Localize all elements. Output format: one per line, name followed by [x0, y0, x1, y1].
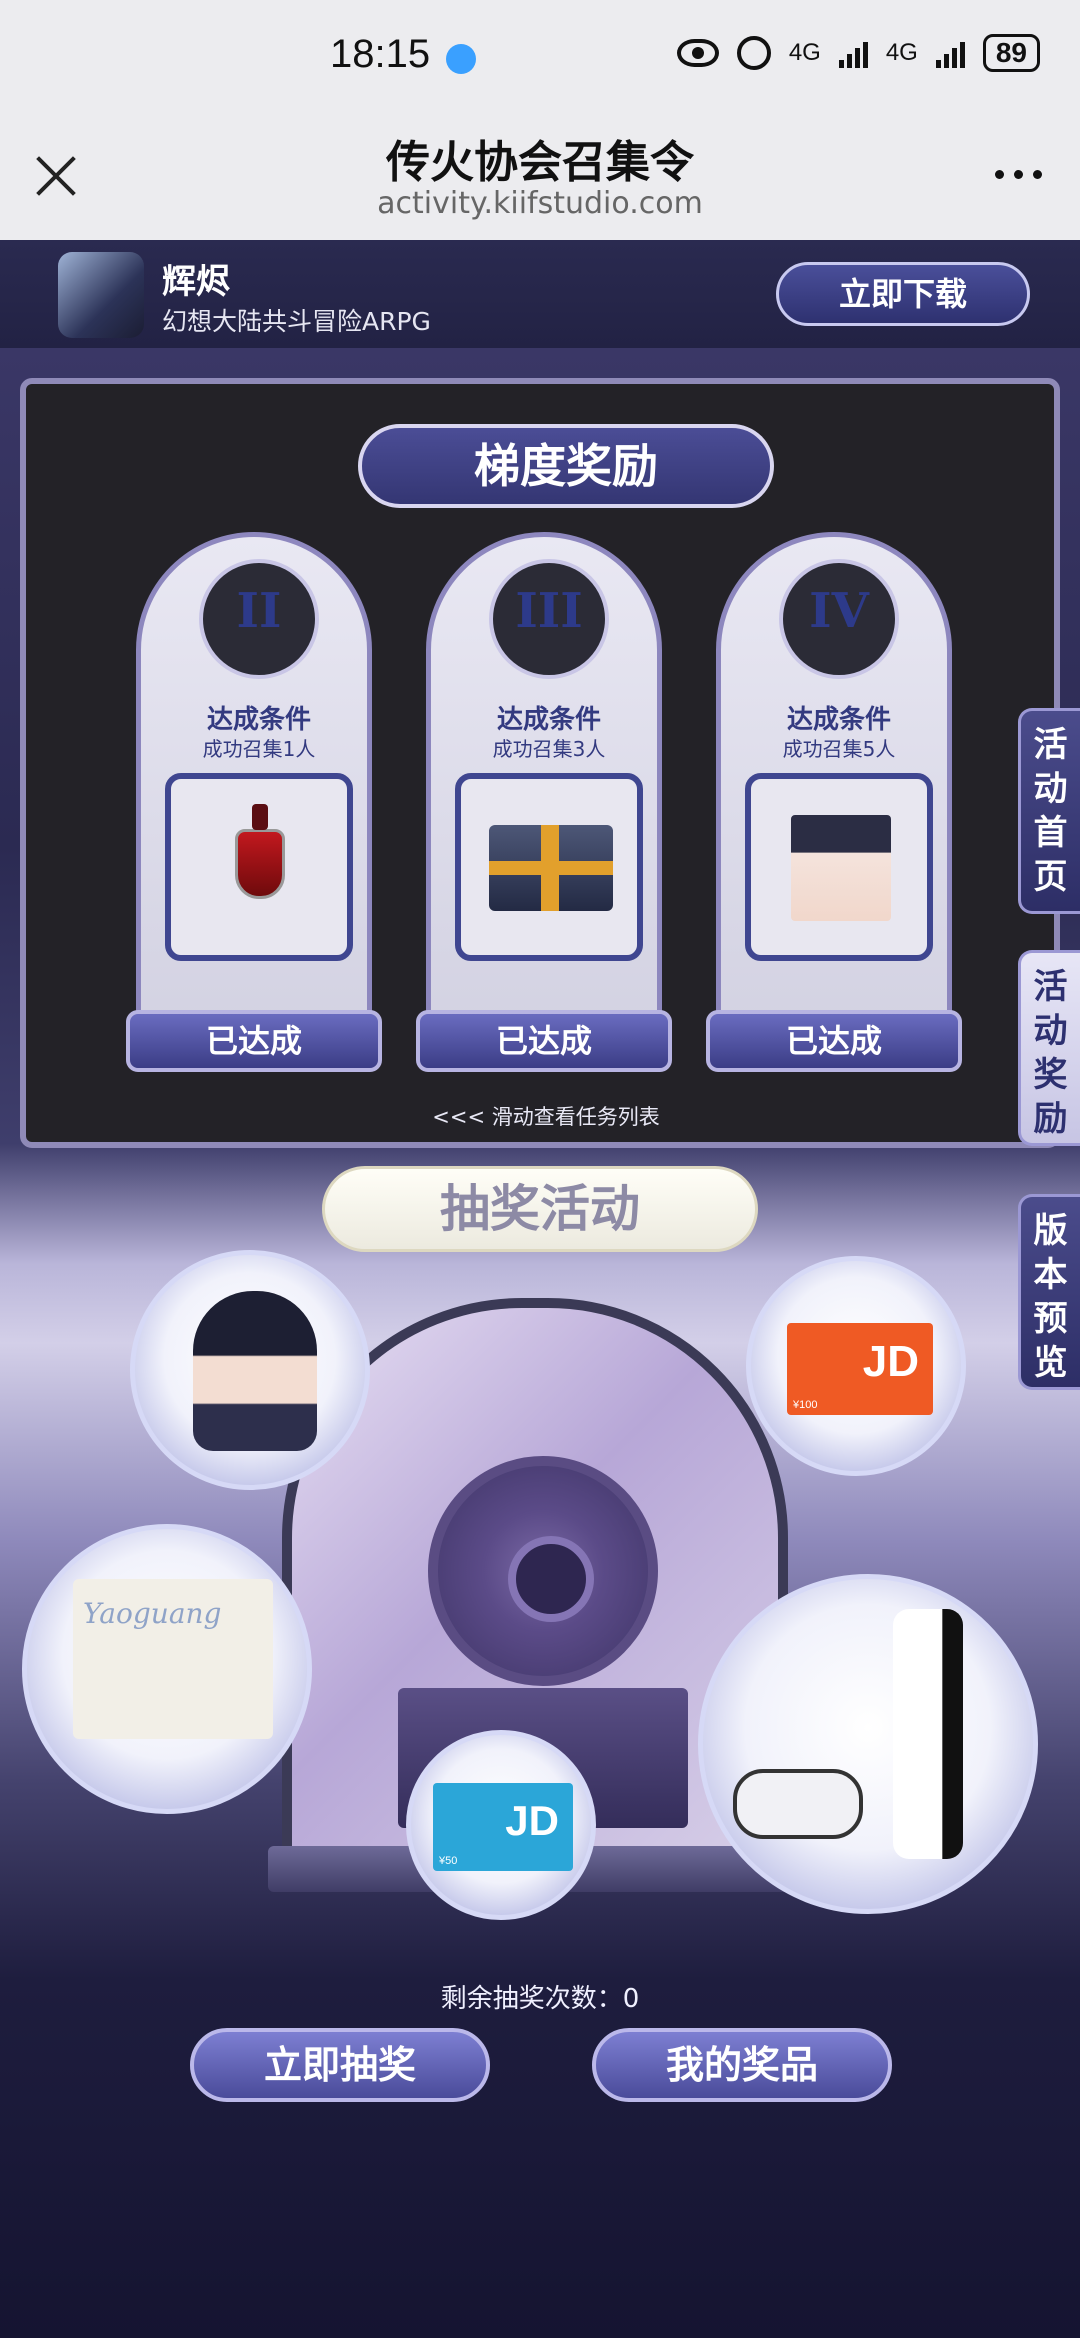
tier-card-5: IV 达成条件 成功召集5人 已达成: [706, 532, 962, 1072]
jd-card-amount: ¥50: [439, 1855, 458, 1867]
condition-label: 达成条件: [206, 705, 311, 735]
signal-icon: [838, 38, 868, 68]
jd-card-brand: JD: [862, 1337, 919, 1386]
tier-status-button[interactable]: 已达成: [706, 1010, 962, 1072]
side-tab-rewards[interactable]: 活动奖励: [1018, 950, 1080, 1146]
lottery-wheel-icon: [428, 1456, 658, 1686]
app-download-banner: 辉烬 幻想大陆共斗冒险ARPG 立即下载: [0, 240, 1080, 348]
condition-label: 达成条件: [786, 705, 891, 735]
remaining-draws-label: 剩余抽奖次数：: [440, 1984, 623, 2014]
more-options-icon[interactable]: [995, 170, 1042, 179]
tier-arch: III 达成条件 成功召集3人: [426, 532, 662, 1032]
tier-arch: IV 达成条件 成功召集5人: [716, 532, 952, 1032]
jd-card-amount: ¥100: [793, 1399, 818, 1411]
condition-label: 达成条件: [496, 705, 601, 735]
tier-status-button[interactable]: 已达成: [416, 1010, 672, 1072]
swipe-hint: <<< 滑动查看任务列表: [432, 1105, 660, 1129]
console-icon: [893, 1609, 963, 1859]
jd-gift-card-icon: JD ¥50: [433, 1783, 573, 1871]
reward-item-box: [455, 773, 643, 961]
tote-bag-icon: Yaoguang: [73, 1579, 273, 1739]
condition-text: 成功召集3人: [492, 737, 606, 761]
controller-icon: [733, 1769, 863, 1839]
reward-item-box: [745, 773, 933, 961]
app-description: 幻想大陆共斗冒险ARPG: [162, 307, 431, 336]
status-bar: 18:15 4G 4G 89: [0, 0, 1080, 120]
prize-orb-jd-card-50: JD ¥50: [406, 1730, 596, 1920]
tier-rewards-title: 梯度奖励: [358, 424, 774, 508]
network-label-2: 4G: [885, 39, 918, 66]
network-label-1: 4G: [788, 39, 821, 66]
status-icons: 4G 4G 89: [676, 34, 1040, 72]
tier-arch: II 达成条件 成功召集1人: [136, 532, 372, 1032]
condition-text: 成功召集5人: [782, 737, 896, 761]
lottery-title: 抽奖活动: [322, 1166, 758, 1252]
prize-orb-merch-bundle: Yaoguang: [22, 1524, 312, 1814]
draw-now-button[interactable]: 立即抽奖: [190, 2028, 490, 2102]
tier-rewards-panel: 梯度奖励 II 达成条件 成功召集1人 已达成 III 达成条件 成功召集3人: [20, 378, 1060, 1148]
eye-icon: [676, 39, 719, 67]
potion-icon: [235, 804, 285, 899]
tier-numeral: IV: [809, 583, 869, 639]
page-title: 传火协会召集令: [386, 137, 694, 188]
app-icon: [58, 252, 144, 338]
page-url: activity.kiifstudio.com: [377, 186, 703, 221]
jd-card-brand: JD: [505, 1797, 559, 1844]
tier-card-3: III 达成条件 成功召集3人 已达成: [416, 532, 672, 1072]
side-tab-version-preview[interactable]: 版本预览: [1018, 1194, 1080, 1390]
tier-numeral: II: [236, 583, 282, 639]
jd-gift-card-icon: JD ¥100: [787, 1323, 933, 1415]
status-time: 18:15: [330, 32, 431, 76]
prize-orb-jd-card-100: JD ¥100: [746, 1256, 966, 1476]
reward-item-box: [165, 773, 353, 961]
app-name: 辉烬: [162, 262, 230, 302]
prize-orb-ps5: [698, 1574, 1038, 1914]
remaining-draws-count: 0: [622, 1984, 640, 2014]
condition-text: 成功召集1人: [202, 737, 316, 761]
browser-nav-bar: 传火协会召集令 activity.kiifstudio.com: [0, 120, 1080, 240]
tote-bag-text: Yaoguang: [83, 1597, 222, 1630]
activity-main: 梯度奖励 II 达成条件 成功召集1人 已达成 III 达成条件 成功召集3人: [0, 348, 1080, 2338]
battery-indicator: 89: [982, 34, 1040, 72]
prize-orb-chibi: [130, 1250, 370, 1490]
character-avatar: [791, 815, 891, 921]
side-tab-home[interactable]: 活动首页: [1018, 708, 1080, 914]
gift-box-icon: [489, 825, 613, 911]
tier-card-2: II 达成条件 成功召集1人 已达成: [126, 532, 382, 1072]
tier-numeral: III: [515, 583, 583, 639]
chibi-character-icon: [193, 1291, 317, 1451]
tier-status-button[interactable]: 已达成: [126, 1010, 382, 1072]
download-button[interactable]: 立即下载: [776, 262, 1030, 326]
signal-icon-2: [935, 38, 965, 68]
my-prizes-button[interactable]: 我的奖品: [592, 2028, 892, 2102]
alarm-icon: [736, 36, 771, 70]
remaining-draws: 剩余抽奖次数：0: [0, 1978, 1080, 2015]
message-notification-icon: [446, 44, 476, 74]
